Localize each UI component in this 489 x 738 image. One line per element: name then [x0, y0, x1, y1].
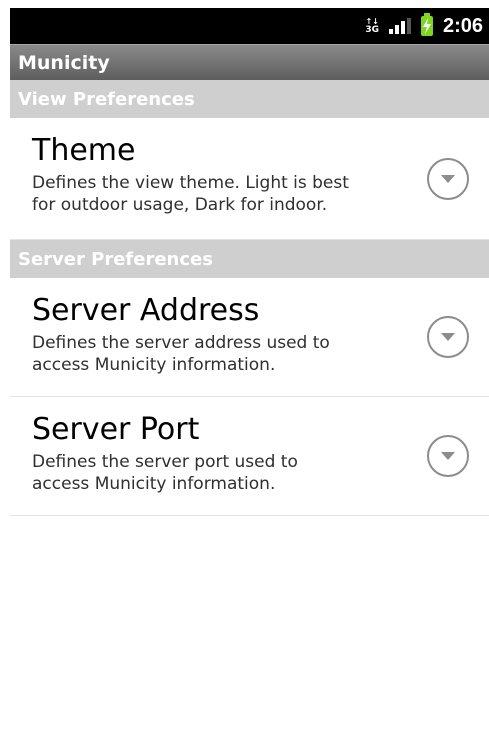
status-bar: ↑↓ 3G 2:06 — [10, 8, 489, 44]
pref-server-port[interactable]: Server Port Defines the server port used… — [10, 397, 489, 516]
dropdown-arrow-icon[interactable] — [427, 316, 469, 358]
category-label: View Preferences — [18, 88, 195, 110]
pref-theme[interactable]: Theme Defines the view theme. Light is b… — [10, 118, 489, 240]
pref-summary: Defines the view theme. Light is best fo… — [32, 173, 349, 215]
battery-charging-icon — [420, 13, 433, 36]
category-label: Server Preferences — [18, 248, 213, 270]
pref-title: Theme — [32, 133, 136, 168]
pref-title: Server Address — [32, 293, 260, 328]
app-title: Municity — [18, 51, 110, 74]
pref-server-address[interactable]: Server Address Defines the server addres… — [10, 278, 489, 397]
dropdown-arrow-icon[interactable] — [427, 157, 469, 200]
status-clock: 2:06 — [442, 14, 483, 37]
category-view-preferences: View Preferences — [10, 80, 489, 118]
signal-bars-icon — [388, 18, 411, 34]
app-title-bar: Municity — [10, 44, 489, 80]
pref-title: Server Port — [32, 412, 200, 447]
network-type-icon: ↑↓ 3G — [365, 17, 379, 35]
phone-screen: ↑↓ 3G 2:06 Municity View Preferences The… — [10, 8, 489, 738]
category-server-preferences: Server Preferences — [10, 240, 489, 278]
dropdown-arrow-icon[interactable] — [427, 435, 469, 477]
pref-summary: Defines the server address used to acces… — [32, 333, 330, 375]
pref-summary: Defines the server port used to access M… — [32, 452, 298, 494]
